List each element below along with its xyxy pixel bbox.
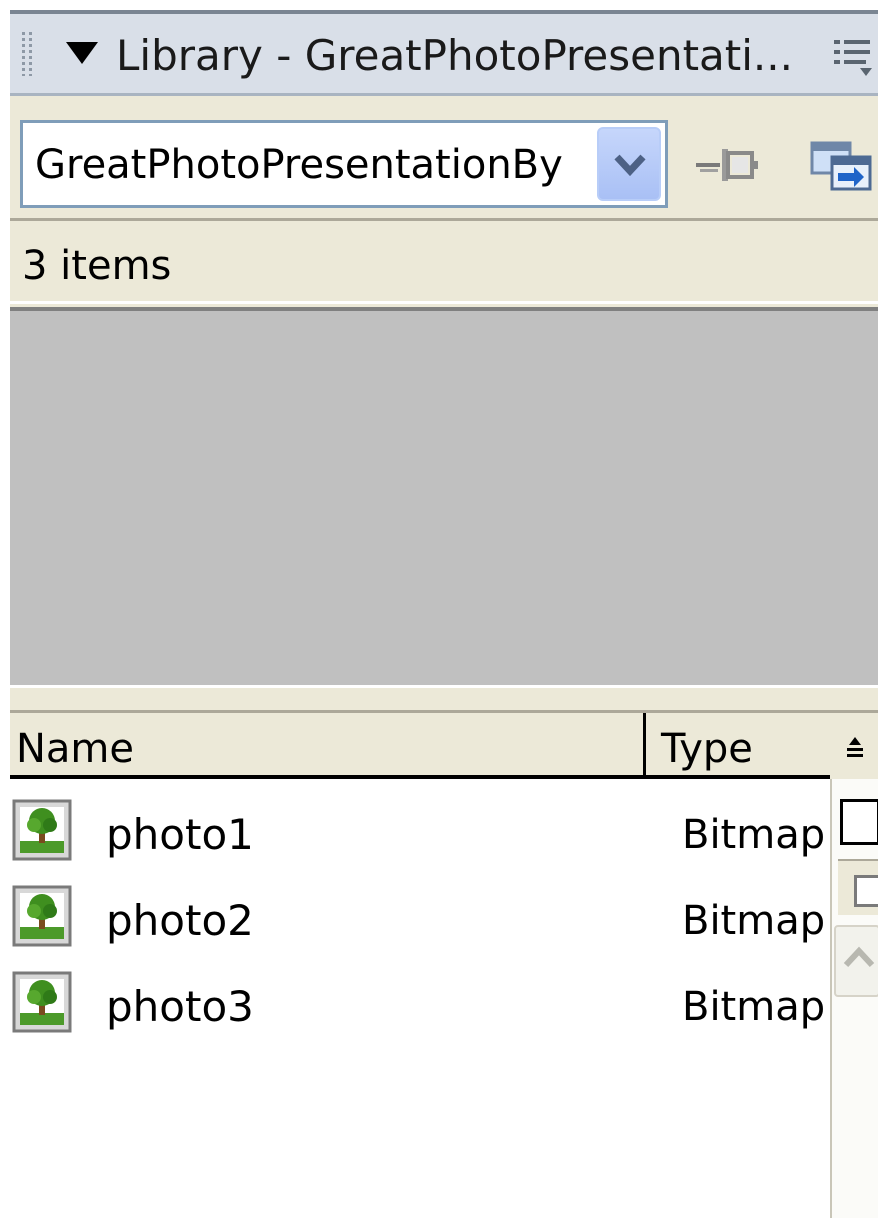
list-column-headers: Name Type [10, 713, 830, 779]
item-count: 3 items [22, 243, 172, 289]
grip-icon[interactable] [22, 32, 34, 76]
collapse-triangle-icon[interactable] [66, 42, 98, 64]
item-count-bar: 3 items [10, 224, 878, 304]
column-header-name[interactable]: Name [10, 713, 646, 775]
bitmap-icon [12, 885, 72, 947]
column-header-name-label: Name [16, 726, 135, 772]
document-select[interactable]: GreatPhotoPresentationBy [20, 120, 668, 208]
item-type: Bitmap [682, 812, 826, 858]
document-select-value: GreatPhotoPresentationBy [35, 142, 563, 188]
library-toolbar: GreatPhotoPresentationBy [10, 99, 878, 221]
list-item[interactable]: photo1 Bitmap [10, 789, 830, 875]
library-item-list: photo1 Bitmap photo2 Bitmap photo3 Bitma… [10, 779, 830, 1218]
column-header-type-label: Type [661, 726, 753, 772]
scroll-up-button[interactable] [834, 925, 878, 997]
bitmap-icon [12, 971, 72, 1033]
options-menu-icon[interactable] [832, 34, 872, 78]
window-button[interactable] [838, 859, 878, 915]
item-name: photo2 [106, 896, 254, 945]
list-side-strip [830, 779, 878, 1218]
pin-icon[interactable] [696, 143, 758, 187]
sort-order-icon[interactable] [832, 713, 878, 779]
panel-title-bar[interactable]: Library - GreatPhotoPresentati... [10, 14, 878, 96]
panel-title: Library - GreatPhotoPresentati... [116, 31, 793, 80]
library-panel: Library - GreatPhotoPresentati... GreatP… [10, 10, 878, 1218]
item-name: photo1 [106, 810, 254, 859]
preview-splitter[interactable] [10, 685, 878, 713]
item-type: Bitmap [682, 898, 826, 944]
bitmap-icon [12, 799, 72, 861]
item-type: Bitmap [682, 984, 826, 1030]
item-preview-area [10, 307, 878, 685]
new-library-window-icon[interactable] [810, 141, 872, 191]
column-header-type[interactable]: Type [649, 713, 830, 775]
chevron-down-icon [614, 154, 646, 177]
list-item[interactable]: photo3 Bitmap [10, 961, 830, 1047]
list-item[interactable]: photo2 Bitmap [10, 875, 830, 961]
dropdown-button[interactable] [597, 127, 661, 201]
view-toggle-button[interactable] [840, 799, 878, 845]
chevron-up-icon [843, 946, 875, 968]
item-name: photo3 [106, 982, 254, 1031]
